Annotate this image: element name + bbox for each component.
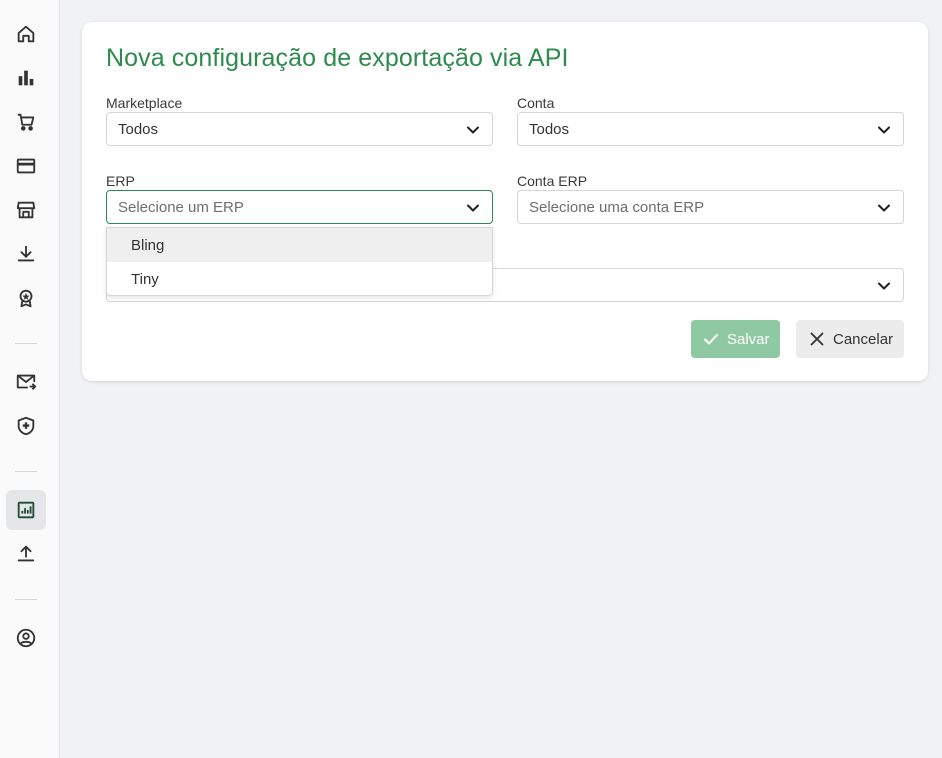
conta-erp-label: Conta ERP bbox=[517, 173, 588, 189]
erp-dropdown-menu: Bling Tiny bbox=[106, 227, 493, 296]
nav-divider bbox=[15, 471, 37, 472]
home-icon bbox=[17, 25, 35, 43]
conta-label: Conta bbox=[517, 95, 555, 111]
chevron-down-icon bbox=[878, 204, 890, 212]
nav-store[interactable] bbox=[6, 190, 46, 230]
mail-forward-icon bbox=[16, 374, 37, 390]
close-icon bbox=[810, 332, 824, 346]
erp-option-bling[interactable]: Bling bbox=[107, 228, 492, 262]
user-circle-icon bbox=[16, 628, 36, 648]
save-button[interactable]: Salvar bbox=[691, 320, 780, 358]
bar-chart-icon bbox=[18, 70, 34, 86]
upload-icon bbox=[17, 545, 35, 562]
shopping-cart-icon bbox=[17, 113, 35, 131]
nav-security[interactable] bbox=[6, 406, 46, 446]
marketplace-select[interactable]: Todos bbox=[106, 112, 493, 146]
nav-mail[interactable] bbox=[6, 362, 46, 402]
chevron-down-icon bbox=[878, 126, 890, 134]
page-title: Nova configuração de exportação via API bbox=[106, 44, 569, 72]
chevron-down-icon bbox=[878, 282, 890, 290]
erp-option-tiny[interactable]: Tiny bbox=[107, 262, 492, 296]
erp-placeholder: Selecione um ERP bbox=[118, 198, 244, 216]
nav-reports[interactable] bbox=[6, 58, 46, 98]
report-icon bbox=[17, 501, 35, 519]
store-icon bbox=[16, 201, 36, 219]
credit-card-icon bbox=[16, 158, 36, 174]
nav-awards[interactable] bbox=[6, 278, 46, 318]
nav-payments[interactable] bbox=[6, 146, 46, 186]
marketplace-label: Marketplace bbox=[106, 95, 183, 111]
nav-download[interactable] bbox=[6, 234, 46, 274]
erp-label: ERP bbox=[106, 173, 135, 189]
marketplace-value: Todos bbox=[118, 120, 159, 138]
sidebar bbox=[0, 0, 60, 758]
check-icon bbox=[704, 334, 718, 345]
nav-export-reports[interactable] bbox=[6, 490, 46, 530]
conta-erp-select[interactable]: Selecione uma conta ERP bbox=[517, 190, 904, 224]
cancel-button[interactable]: Cancelar bbox=[796, 320, 904, 358]
chevron-down-icon bbox=[467, 126, 479, 134]
save-button-label: Salvar bbox=[727, 330, 770, 348]
award-icon bbox=[19, 289, 33, 308]
shield-plus-icon bbox=[17, 416, 35, 436]
conta-select[interactable]: Todos bbox=[517, 112, 904, 146]
cancel-button-label: Cancelar bbox=[833, 330, 894, 348]
nav-profile[interactable] bbox=[6, 618, 46, 658]
conta-value: Todos bbox=[529, 120, 570, 138]
chevron-down-icon bbox=[467, 204, 479, 212]
nav-upload[interactable] bbox=[6, 534, 46, 574]
nav-orders[interactable] bbox=[6, 102, 46, 142]
conta-erp-placeholder: Selecione uma conta ERP bbox=[529, 198, 705, 216]
nav-divider bbox=[15, 599, 37, 600]
nav-home[interactable] bbox=[6, 14, 46, 54]
download-icon bbox=[17, 245, 35, 262]
erp-select[interactable]: Selecione um ERP bbox=[106, 190, 493, 224]
nav-divider bbox=[15, 343, 37, 344]
export-config-card: Nova configuração de exportação via API … bbox=[82, 22, 928, 381]
